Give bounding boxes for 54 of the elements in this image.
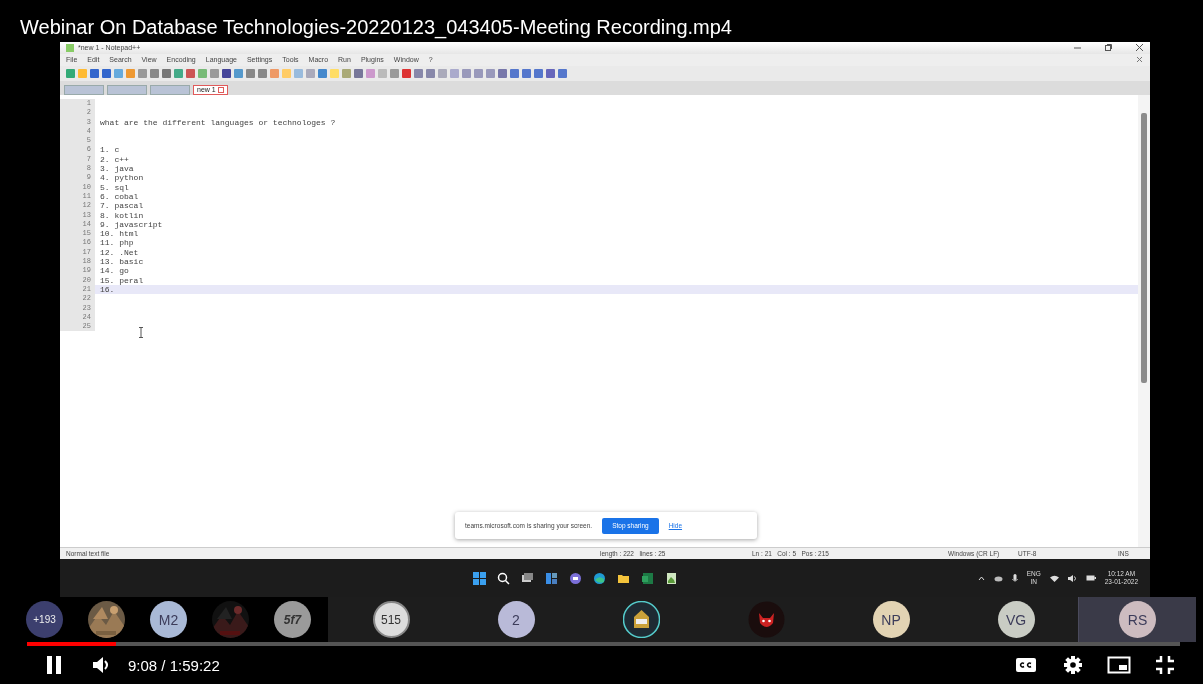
- battery-icon[interactable]: [1085, 575, 1096, 582]
- participant-avatar: 2: [497, 601, 535, 639]
- chat-icon[interactable]: [569, 571, 582, 585]
- avatar-icon: [747, 601, 785, 639]
- participant-avatar: VG: [997, 601, 1035, 639]
- code-line: 12. .Net: [99, 247, 139, 257]
- notepad-icon[interactable]: [665, 571, 678, 585]
- code-line: 2. c++: [99, 154, 129, 165]
- widgets-icon[interactable]: [545, 571, 558, 585]
- code-line: 9. javascript: [99, 219, 163, 230]
- code-line: 14. go: [99, 266, 129, 276]
- participant-count[interactable]: +193: [26, 601, 63, 639]
- settings-icon[interactable]: [1063, 655, 1083, 676]
- code-line: 16.: [99, 284, 115, 295]
- task-view-icon[interactable]: [521, 571, 534, 585]
- browser-icon[interactable]: [593, 571, 606, 585]
- cloud-icon[interactable]: [993, 574, 1003, 582]
- wifi-icon[interactable]: [1049, 574, 1059, 582]
- restore-icon[interactable]: [1104, 43, 1113, 53]
- code-line: 5. sql: [99, 182, 129, 192]
- code-line: 15. peral: [99, 275, 144, 285]
- close-icon[interactable]: [217, 86, 224, 93]
- microphone-icon[interactable]: [1011, 573, 1018, 583]
- code-line: 8. kotlin: [99, 210, 144, 220]
- code-line: 1. c: [99, 145, 120, 155]
- avatar-icon: [622, 601, 660, 639]
- code-line: what are the different languages or technologes ?: [99, 117, 336, 127]
- participant-avatar: M2: [150, 601, 187, 639]
- code-line: 13. basic: [99, 257, 144, 267]
- scrollbar-thumb[interactable]: [1141, 112, 1147, 383]
- volume-icon[interactable]: [1067, 574, 1077, 582]
- search-icon[interactable]: [497, 571, 510, 585]
- code-line: 11. php: [99, 238, 134, 248]
- start-icon[interactable]: [473, 571, 486, 585]
- participant-avatar: 5f7: [274, 601, 311, 639]
- participant-avatar: 515: [372, 601, 410, 639]
- exit-fullscreen-icon[interactable]: [1155, 655, 1175, 676]
- participant-avatar: RS: [1119, 601, 1156, 639]
- close-icon[interactable]: [1135, 55, 1144, 65]
- code-line: 6. cobal: [99, 191, 139, 202]
- caret-icon[interactable]: [977, 574, 985, 582]
- code-line: 4. python: [99, 173, 144, 183]
- code-line: 10. html: [99, 229, 139, 239]
- code-line: 7. pascal: [99, 201, 144, 211]
- participant-avatar: NP: [872, 601, 910, 639]
- text-cursor-icon: [138, 326, 144, 338]
- miniplayer-icon[interactable]: [1107, 655, 1131, 676]
- code-line: 3. java: [99, 164, 134, 174]
- close-icon[interactable]: [1135, 43, 1144, 53]
- playback-time: 9:08 / 1:59:22: [128, 656, 220, 674]
- video-title: Webinar On Database Technologies-20220123_043405-Meeting Recording.mp4: [20, 16, 732, 38]
- pause-icon[interactable]: [44, 655, 64, 676]
- app-icon: [66, 43, 74, 52]
- spreadsheet-icon[interactable]: [641, 571, 654, 585]
